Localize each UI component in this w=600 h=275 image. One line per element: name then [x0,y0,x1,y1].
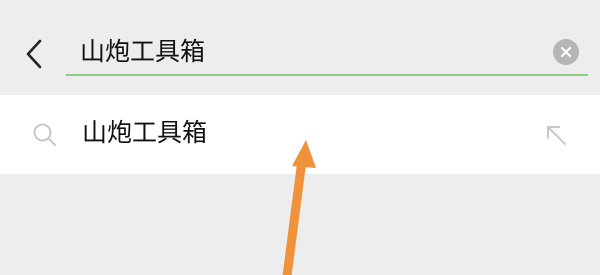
search-icon [33,123,56,146]
clear-search-button[interactable] [553,39,579,65]
back-button[interactable] [14,34,54,74]
clear-icon [560,46,572,58]
search-bar: 山炮工具箱 [0,0,600,95]
search-query-text: 山炮工具箱 [80,37,206,66]
suggestion-item[interactable]: 山炮工具箱 [0,95,600,174]
chevron-left-icon [26,39,42,69]
suggestion-label: 山炮工具箱 [82,118,208,147]
arrow-up-left-icon[interactable] [542,121,570,149]
search-input[interactable]: 山炮工具箱 [66,28,588,76]
